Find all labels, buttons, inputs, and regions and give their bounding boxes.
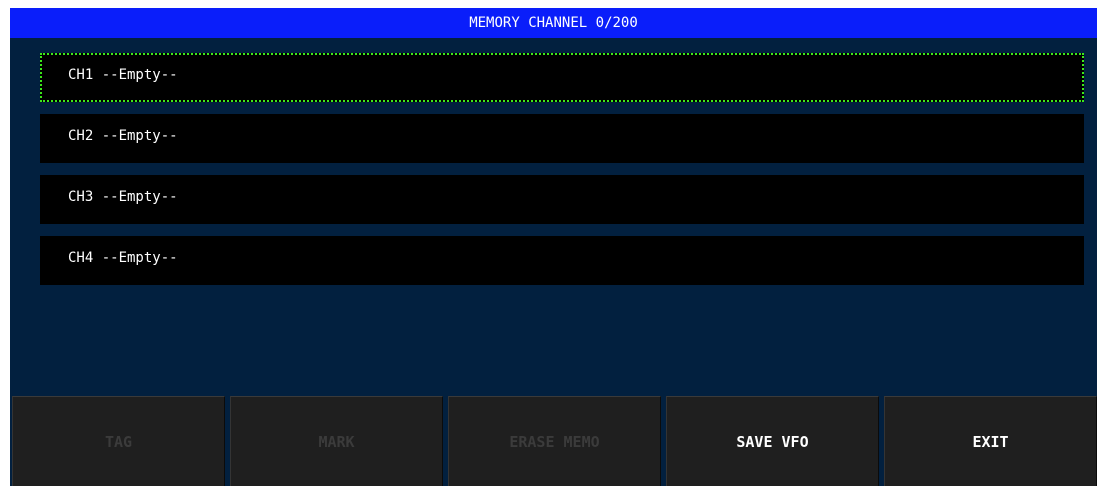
exit-button[interactable]: EXIT [884, 396, 1097, 486]
channel-label: CH2 --Empty-- [68, 128, 178, 144]
channel-row-3[interactable]: CH3 --Empty-- [40, 175, 1084, 224]
softkey-bar: TAG MARK ERASE MEMO SAVE VFO EXIT [12, 396, 1097, 486]
channel-label: CH3 --Empty-- [68, 189, 178, 205]
save-vfo-button[interactable]: SAVE VFO [666, 396, 879, 486]
channel-row-1[interactable]: CH1 --Empty-- [40, 53, 1084, 102]
mark-button[interactable]: MARK [230, 396, 443, 486]
memory-channel-panel: MEMORY CHANNEL 0/200 CH1 --Empty-- CH2 -… [10, 8, 1097, 486]
erase-memo-button[interactable]: ERASE MEMO [448, 396, 661, 486]
channel-row-2[interactable]: CH2 --Empty-- [40, 114, 1084, 163]
channel-label: CH4 --Empty-- [68, 250, 178, 266]
channel-row-4[interactable]: CH4 --Empty-- [40, 236, 1084, 285]
tag-button[interactable]: TAG [12, 396, 225, 486]
channel-label: CH1 --Empty-- [68, 67, 178, 83]
page-title: MEMORY CHANNEL 0/200 [10, 8, 1097, 38]
channel-list: CH1 --Empty-- CH2 --Empty-- CH3 --Empty-… [40, 53, 1084, 297]
